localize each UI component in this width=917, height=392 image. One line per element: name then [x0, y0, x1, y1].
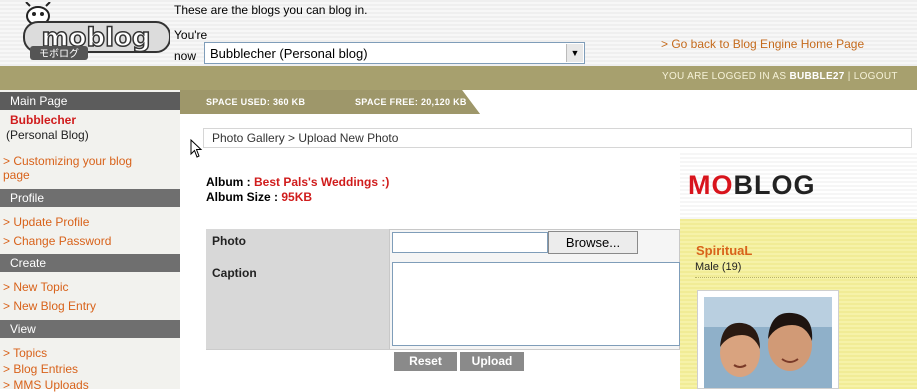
- photo-label-cell: Photo: [206, 229, 389, 258]
- browse-button[interactable]: Browse...: [548, 231, 638, 254]
- sidebar-item-mms-uploads[interactable]: > MMS Uploads: [3, 378, 89, 392]
- logout-link[interactable]: | LOGOUT: [848, 71, 898, 82]
- caption-textarea[interactable]: [392, 262, 680, 346]
- album-size-label: Album Size :: [206, 190, 282, 204]
- youre-label: You're: [174, 28, 208, 42]
- blog-select-dropdown[interactable]: Bubblecher (Personal blog) ▼: [204, 42, 585, 64]
- album-name: Best Pals's Weddings :): [254, 175, 390, 189]
- sidebar-blog-name[interactable]: Bubblecher: [10, 113, 76, 127]
- photo-label: Photo: [212, 234, 246, 248]
- preview-brand: MOBLOG: [688, 170, 816, 201]
- sidebar-blog-type: (Personal Blog): [6, 128, 89, 142]
- brand-mo: MO: [688, 170, 734, 200]
- album-label: Album :: [206, 175, 254, 189]
- sidebar-item-blog-entries[interactable]: > Blog Entries: [3, 362, 78, 376]
- selected-blog: Bubblecher (Personal blog): [210, 46, 368, 61]
- logo-subtext: モボログ: [39, 47, 79, 60]
- mouse-cursor-icon: [190, 138, 204, 162]
- upload-button[interactable]: Upload: [460, 352, 524, 371]
- breadcrumb: Photo Gallery > Upload New Photo: [203, 128, 912, 148]
- now-label: now: [174, 49, 197, 63]
- moblog-logo[interactable]: moblog モボログ: [12, 1, 171, 62]
- sidebar-item-customize[interactable]: > Customizing your blog page: [3, 154, 153, 182]
- space-free: SPACE FREE: 20,120 KB: [355, 97, 467, 107]
- home-page-link[interactable]: > Go back to Blog Engine Home Page: [661, 37, 864, 51]
- sidebar-item-topics[interactable]: > Topics: [3, 346, 47, 360]
- album-info: Album : Best Pals's Weddings :): [206, 175, 389, 189]
- blog-message: These are the blogs you can blog in.: [174, 3, 368, 17]
- brand-rest: BLOG: [733, 170, 816, 200]
- username: BUBBLE27: [789, 71, 845, 82]
- chevron-down-icon[interactable]: ▼: [566, 44, 583, 62]
- photo-file-input[interactable]: [392, 232, 548, 253]
- profile-name: SpirituaL: [696, 243, 753, 258]
- sidebar: Main Page Bubblecher (Personal Blog) > C…: [0, 90, 180, 392]
- sidebar-item-change-password[interactable]: > Change Password: [3, 234, 111, 248]
- sidebar-main-page[interactable]: Main Page: [0, 92, 180, 110]
- sidebar-item-update-profile[interactable]: > Update Profile: [3, 215, 89, 229]
- login-status: YOU ARE LOGGED IN AS BUBBLE27 | LOGOUT: [662, 71, 898, 82]
- now-blogging-label: You're now: [174, 28, 207, 63]
- sidebar-item-new-blog-entry[interactable]: > New Blog Entry: [3, 299, 96, 313]
- profile-info: Male (19): [695, 261, 742, 273]
- sidebar-item-new-topic[interactable]: > New Topic: [3, 280, 68, 294]
- space-used: SPACE USED: 360 KB: [206, 97, 306, 107]
- sidebar-section-create: Create: [0, 254, 180, 272]
- reset-button[interactable]: Reset: [394, 352, 457, 371]
- sidebar-section-profile: Profile: [0, 189, 180, 207]
- logged-in-text: YOU ARE LOGGED IN AS: [662, 71, 787, 82]
- caption-label: Caption: [212, 266, 257, 280]
- album-size-info: Album Size : 95KB: [206, 190, 312, 204]
- album-size: 95KB: [281, 190, 313, 204]
- profile-photo: [697, 290, 839, 389]
- profile-divider: [695, 277, 917, 278]
- caption-label-cell: Caption: [206, 258, 389, 349]
- sidebar-section-view: View: [0, 320, 180, 338]
